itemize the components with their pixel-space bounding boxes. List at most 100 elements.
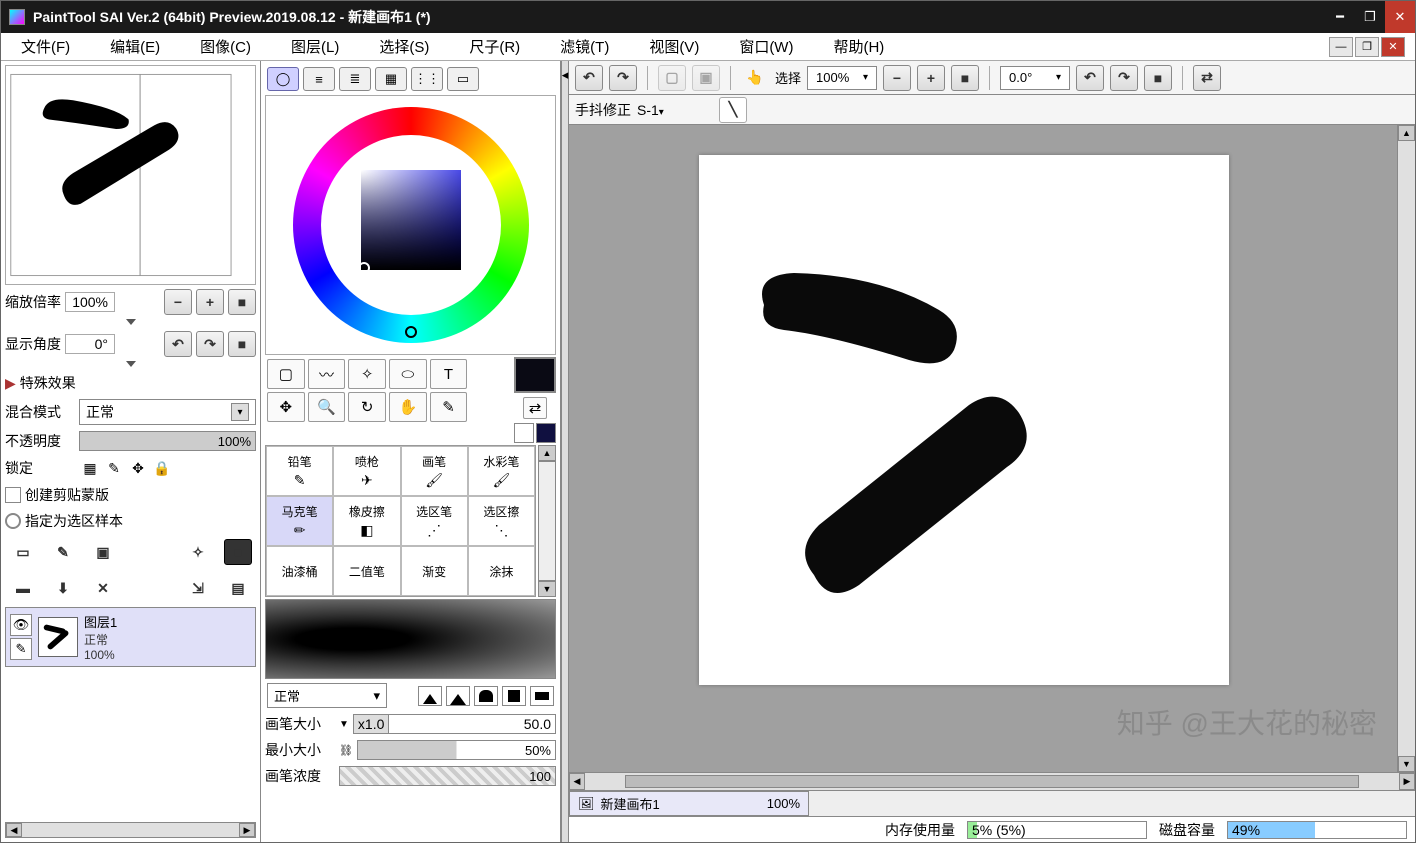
lasso-tool[interactable]: 〰 — [308, 359, 346, 389]
brush-marker[interactable]: 马克笔✏ — [266, 496, 333, 546]
opacity-slider[interactable]: 100% — [79, 431, 256, 451]
canvas-scroll-v[interactable]: ▲ ▼ — [1397, 125, 1415, 772]
color-mixer-mode-button[interactable]: ≣ — [339, 67, 371, 91]
brush-seleraser[interactable]: 选区擦⋱ — [468, 496, 535, 546]
brush-bucket[interactable]: 油漆桶 — [266, 546, 333, 596]
rotate-tool[interactable]: ↻ — [348, 392, 386, 422]
lock-paint-icon[interactable]: ✎ — [105, 459, 123, 477]
scroll-left-icon[interactable]: ◀ — [6, 823, 22, 837]
doc-close-button[interactable]: ✕ — [1381, 37, 1405, 57]
min-slider[interactable]: 50% — [357, 740, 556, 760]
layer-scroll-h[interactable]: ◀ ▶ — [5, 822, 256, 838]
canvas-rotate-cw-button[interactable]: ↷ — [1110, 65, 1138, 91]
deselect-button[interactable]: ▢ — [658, 65, 686, 91]
tip-flat[interactable] — [530, 686, 554, 706]
menu-help[interactable]: 帮助(H) — [823, 32, 894, 61]
color-history-mode-button[interactable]: ▭ — [447, 67, 479, 91]
angle-slider[interactable] — [5, 361, 256, 369]
shape-tool[interactable]: ⬭ — [389, 359, 427, 389]
scroll-right-icon[interactable]: ▶ — [1399, 773, 1415, 790]
menu-window[interactable]: 窗口(W) — [729, 32, 803, 61]
brush-eraser[interactable]: 橡皮擦◧ — [333, 496, 400, 546]
brush-gradient[interactable]: 渐变 — [401, 546, 468, 596]
canvas-rotate-reset-button[interactable]: ■ — [1144, 65, 1172, 91]
color-swatch-mode-button[interactable]: ▦ — [375, 67, 407, 91]
transfer-button[interactable]: ⇲ — [184, 575, 212, 601]
invert-button[interactable]: ▣ — [692, 65, 720, 91]
canvas-zoom-fit-button[interactable]: ■ — [951, 65, 979, 91]
zoom-out-button[interactable]: − — [164, 289, 192, 315]
navigator-thumbnail[interactable] — [5, 65, 256, 285]
menu-select[interactable]: 选择(S) — [369, 32, 439, 61]
lock-all-icon[interactable]: 🔒 — [153, 459, 171, 477]
density-slider[interactable]: 100 — [339, 766, 556, 786]
layer-item[interactable]: 👁 ✎ 图层1 正常 100% — [5, 607, 256, 667]
move-tool[interactable]: ✥ — [267, 392, 305, 422]
lock-move-icon[interactable]: ✥ — [129, 459, 147, 477]
menu-filter[interactable]: 滤镜(T) — [550, 32, 619, 61]
new-folder-button[interactable]: ▣ — [89, 539, 117, 565]
brush-blend-combo[interactable]: 正常 ▾ — [267, 683, 387, 708]
scroll-down-icon[interactable]: ▼ — [538, 581, 556, 597]
color-scratch-mode-button[interactable]: ⋮⋮ — [411, 67, 443, 91]
fg-swatch[interactable] — [514, 357, 556, 393]
canvas-zoom-in-button[interactable]: + — [917, 65, 945, 91]
scroll-down-icon[interactable]: ▼ — [1398, 756, 1415, 772]
scroll-up-icon[interactable]: ▲ — [1398, 125, 1415, 141]
menu-image[interactable]: 图像(C) — [190, 32, 261, 61]
mask-button[interactable]: ■ — [224, 539, 252, 565]
bg-swatch[interactable] — [536, 423, 556, 443]
scroll-left-icon[interactable]: ◀ — [569, 773, 585, 790]
canvas-zoom-out-button[interactable]: − — [883, 65, 911, 91]
menu-ruler[interactable]: 尺子(R) — [459, 32, 530, 61]
text-tool[interactable]: T — [430, 359, 468, 389]
redo-button[interactable]: ↷ — [609, 65, 637, 91]
document-tab[interactable]: 🖼 新建画布1 100% — [569, 791, 809, 816]
picker-tool[interactable]: ✎ — [430, 392, 468, 422]
effects-header[interactable]: ▶ 特殊效果 — [5, 371, 256, 395]
menu-file[interactable]: 文件(F) — [11, 32, 80, 61]
hand-tool[interactable]: ✋ — [389, 392, 427, 422]
layer-edit-icon[interactable]: ✎ — [10, 638, 32, 660]
canvas-zoom-field[interactable]: 100%▾ — [807, 66, 877, 90]
delete-layer-button[interactable]: ▬ — [9, 575, 37, 601]
scroll-up-icon[interactable]: ▲ — [538, 445, 556, 461]
zoom-reset-button[interactable]: ■ — [228, 289, 256, 315]
brush-brush[interactable]: 画笔🖌 — [401, 446, 468, 496]
lock-pixels-icon[interactable]: ▦ — [81, 459, 99, 477]
minimize-button[interactable]: ━ — [1325, 1, 1355, 33]
canvas-angle-field[interactable]: 0.0°▾ — [1000, 66, 1070, 90]
stroke-direction-icon[interactable]: ╲ — [719, 97, 747, 123]
rotate-cw-button[interactable]: ↷ — [196, 331, 224, 357]
scroll-thumb[interactable] — [625, 775, 1359, 788]
canvas-rotate-ccw-button[interactable]: ↶ — [1076, 65, 1104, 91]
flatten-button[interactable]: ▤ — [224, 575, 252, 601]
zoom-slider[interactable] — [5, 319, 256, 327]
menu-layer[interactable]: 图层(L) — [281, 32, 349, 61]
color-wheel[interactable] — [265, 95, 556, 355]
brush-blur[interactable]: 涂抹 — [468, 546, 535, 596]
rotate-ccw-button[interactable]: ↶ — [164, 331, 192, 357]
menu-view[interactable]: 视图(V) — [639, 32, 709, 61]
clipmask-checkbox[interactable] — [5, 487, 21, 503]
close-button[interactable]: ✕ — [1385, 1, 1415, 33]
brush-airbrush[interactable]: 喷枪✈ — [333, 446, 400, 496]
flip-button[interactable]: ⇄ — [1193, 65, 1221, 91]
marquee-tool[interactable]: ▢ — [267, 359, 305, 389]
canvas[interactable] — [699, 155, 1229, 685]
zoom-tool[interactable]: 🔍 — [308, 392, 346, 422]
angle-value[interactable]: 0° — [65, 334, 115, 354]
color-bars-mode-button[interactable]: ≡ — [303, 67, 335, 91]
reset-swatch-button[interactable] — [514, 423, 534, 443]
stabilizer-combo[interactable]: S-1▾ — [637, 102, 687, 118]
color-wheel-mode-button[interactable]: ◯ — [267, 67, 299, 91]
tip-square[interactable] — [502, 686, 526, 706]
doc-minimize-button[interactable]: — — [1329, 37, 1353, 57]
swap-swatch-button[interactable]: ⇄ — [523, 397, 547, 419]
new-layer-button[interactable]: ▭ — [9, 539, 37, 565]
zoom-value[interactable]: 100% — [65, 292, 115, 312]
brush-binary[interactable]: 二值笔 — [333, 546, 400, 596]
merge-button[interactable]: ⬇ — [49, 575, 77, 601]
brush-scroll[interactable]: ▲ ▼ — [538, 445, 556, 597]
wand-tool[interactable]: ✧ — [348, 359, 386, 389]
